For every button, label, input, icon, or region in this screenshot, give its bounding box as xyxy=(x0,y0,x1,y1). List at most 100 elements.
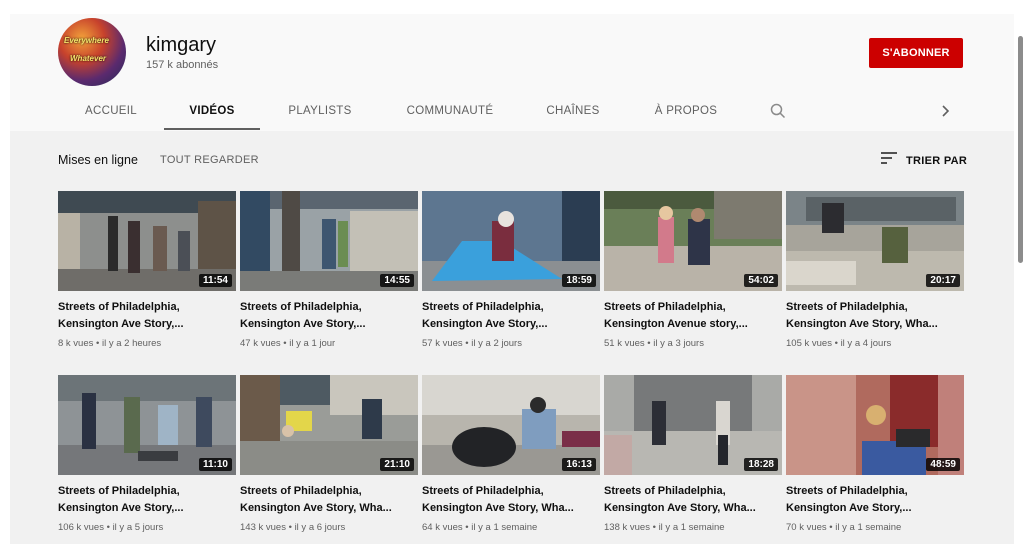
video-duration: 14:55 xyxy=(380,274,414,287)
video-views: 138 k vues xyxy=(604,522,650,533)
video-thumbnail[interactable]: 11:10 xyxy=(58,375,236,475)
video-title[interactable]: Streets of Philadelphia, Kensington Ave … xyxy=(604,483,782,517)
video-title-line: Streets of Philadelphia, xyxy=(58,485,180,497)
tab-playlists[interactable]: PLAYLISTS xyxy=(280,92,360,130)
video-meta: 64 k vues • il y a 1 semaine xyxy=(422,522,538,533)
chevron-right-icon[interactable] xyxy=(936,102,954,120)
video-title[interactable]: Streets of Philadelphia, Kensington Ave … xyxy=(58,299,236,333)
video-title-line: Kensington Avenue story,... xyxy=(604,318,748,330)
video-meta: 70 k vues • il y a 1 semaine xyxy=(786,522,902,533)
video-age: il y a 4 jours xyxy=(840,338,892,349)
video-title-line: Kensington Ave Story,... xyxy=(58,318,184,330)
avatar-text-1: Everywhere xyxy=(64,36,109,45)
video-title-line: Kensington Ave Story, Wha... xyxy=(604,502,756,514)
tab-videos[interactable]: VIDÉOS xyxy=(164,92,260,130)
video-title-line: Streets of Philadelphia, xyxy=(604,485,726,497)
section-title: Mises en ligne xyxy=(58,153,138,167)
video-age: il y a 1 semaine xyxy=(471,522,538,533)
video-title-line: Kensington Ave Story, Wha... xyxy=(422,502,574,514)
video-duration: 21:10 xyxy=(380,458,414,471)
video-card[interactable]: 18:59 Streets of Philadelphia, Kensingto… xyxy=(422,191,600,349)
video-age: il y a 1 semaine xyxy=(835,522,902,533)
video-thumbnail[interactable]: 48:59 xyxy=(786,375,964,475)
video-views: 143 k vues xyxy=(240,522,286,533)
video-title-line: Kensington Ave Story,... xyxy=(58,502,184,514)
video-title-line: Kensington Ave Story, Wha... xyxy=(240,502,392,514)
subscriber-count: 157 k abonnés xyxy=(146,59,219,71)
see-all-link[interactable]: TOUT REGARDER xyxy=(160,154,259,166)
video-title[interactable]: Streets of Philadelphia, Kensington Ave … xyxy=(240,299,418,333)
video-title[interactable]: Streets of Philadelphia, Kensington Ave … xyxy=(422,299,600,333)
video-meta: 106 k vues • il y a 5 jours xyxy=(58,522,164,533)
video-card[interactable]: 21:10 Streets of Philadelphia, Kensingto… xyxy=(240,375,418,533)
video-title-line: Kensington Ave Story,... xyxy=(240,318,366,330)
video-views: 64 k vues xyxy=(422,522,463,533)
video-age: il y a 2 heures xyxy=(102,338,162,349)
video-card[interactable]: 11:10 Streets of Philadelphia, Kensingto… xyxy=(58,375,236,533)
video-views: 106 k vues xyxy=(58,522,104,533)
video-card[interactable]: 18:28 Streets of Philadelphia, Kensingto… xyxy=(604,375,782,533)
video-title-line: Streets of Philadelphia, xyxy=(422,301,544,313)
video-title-line: Kensington Ave Story, Wha... xyxy=(786,318,938,330)
video-age: il y a 5 jours xyxy=(112,522,164,533)
video-thumbnail[interactable]: 54:02 xyxy=(604,191,782,291)
channel-avatar[interactable]: Everywhere Whatever xyxy=(58,18,126,86)
video-title-line: Streets of Philadelphia, xyxy=(786,301,908,313)
tab-accueil[interactable]: ACCUEIL xyxy=(80,92,142,130)
video-meta: 105 k vues • il y a 4 jours xyxy=(786,338,892,349)
video-age: il y a 6 jours xyxy=(294,522,346,533)
tab-communaute[interactable]: COMMUNAUTÉ xyxy=(400,92,500,130)
video-title[interactable]: Streets of Philadelphia, Kensington Ave … xyxy=(786,299,964,333)
video-card[interactable]: 11:54 Streets of Philadelphia, Kensingto… xyxy=(58,191,236,349)
video-thumbnail[interactable]: 14:55 xyxy=(240,191,418,291)
video-title[interactable]: Streets of Philadelphia, Kensington Aven… xyxy=(604,299,782,333)
video-duration: 20:17 xyxy=(926,274,960,287)
video-duration: 16:13 xyxy=(562,458,596,471)
tab-a-propos[interactable]: À PROPOS xyxy=(648,92,724,130)
video-title-line: Streets of Philadelphia, xyxy=(422,485,544,497)
video-title[interactable]: Streets of Philadelphia, Kensington Ave … xyxy=(422,483,600,517)
video-meta: 47 k vues • il y a 1 jour xyxy=(240,338,336,349)
video-title-line: Streets of Philadelphia, xyxy=(58,301,180,313)
video-age: il y a 3 jours xyxy=(653,338,704,349)
video-thumbnail[interactable]: 18:28 xyxy=(604,375,782,475)
sort-icon xyxy=(880,151,898,170)
video-thumbnail[interactable]: 18:59 xyxy=(422,191,600,291)
video-duration: 48:59 xyxy=(926,458,960,471)
video-card[interactable]: 14:55 Streets of Philadelphia, Kensingto… xyxy=(240,191,418,349)
avatar-text-2: Whatever xyxy=(70,54,107,63)
video-thumbnail[interactable]: 11:54 xyxy=(58,191,236,291)
video-duration: 18:59 xyxy=(562,274,596,287)
video-title[interactable]: Streets of Philadelphia, Kensington Ave … xyxy=(240,483,418,517)
video-title[interactable]: Streets of Philadelphia, Kensington Ave … xyxy=(58,483,236,517)
video-card[interactable]: 48:59 Streets of Philadelphia, Kensingto… xyxy=(786,375,964,533)
video-title-line: Streets of Philadelphia, xyxy=(604,301,726,313)
video-views: 57 k vues xyxy=(422,338,463,349)
video-thumbnail[interactable]: 20:17 xyxy=(786,191,964,291)
sort-label: TRIER PAR xyxy=(906,154,968,167)
video-duration: 11:54 xyxy=(198,274,232,287)
search-icon[interactable] xyxy=(769,102,787,120)
scrollbar[interactable] xyxy=(1018,36,1023,263)
video-meta: 51 k vues • il y a 3 jours xyxy=(604,338,704,349)
video-title-line: Streets of Philadelphia, xyxy=(240,301,362,313)
video-title-line: Kensington Ave Story,... xyxy=(422,318,548,330)
video-card[interactable]: 16:13 Streets of Philadelphia, Kensingto… xyxy=(422,375,600,533)
videos-section: Mises en ligne TOUT REGARDER TRIER PAR 1… xyxy=(10,131,1014,544)
video-meta: 138 k vues • il y a 1 semaine xyxy=(604,522,725,533)
video-card[interactable]: 54:02 Streets of Philadelphia, Kensingto… xyxy=(604,191,782,349)
video-thumbnail[interactable]: 16:13 xyxy=(422,375,600,475)
video-thumbnail[interactable]: 21:10 xyxy=(240,375,418,475)
video-card[interactable]: 20:17 Streets of Philadelphia, Kensingto… xyxy=(786,191,964,349)
video-title[interactable]: Streets of Philadelphia, Kensington Ave … xyxy=(786,483,964,517)
video-title-line: Streets of Philadelphia, xyxy=(786,485,908,497)
subscribe-button[interactable]: S'ABONNER xyxy=(869,38,963,68)
channel-name: kimgary xyxy=(146,34,217,56)
sort-button[interactable]: TRIER PAR xyxy=(880,151,967,170)
video-title-line: Kensington Ave Story,... xyxy=(786,502,912,514)
video-views: 51 k vues xyxy=(604,338,645,349)
video-views: 70 k vues xyxy=(786,522,827,533)
video-age: il y a 1 jour xyxy=(289,338,336,349)
tab-chaines[interactable]: CHAÎNES xyxy=(540,92,606,130)
channel-tabs: ACCUEIL VIDÉOS PLAYLISTS COMMUNAUTÉ CHAÎ… xyxy=(10,92,1014,130)
